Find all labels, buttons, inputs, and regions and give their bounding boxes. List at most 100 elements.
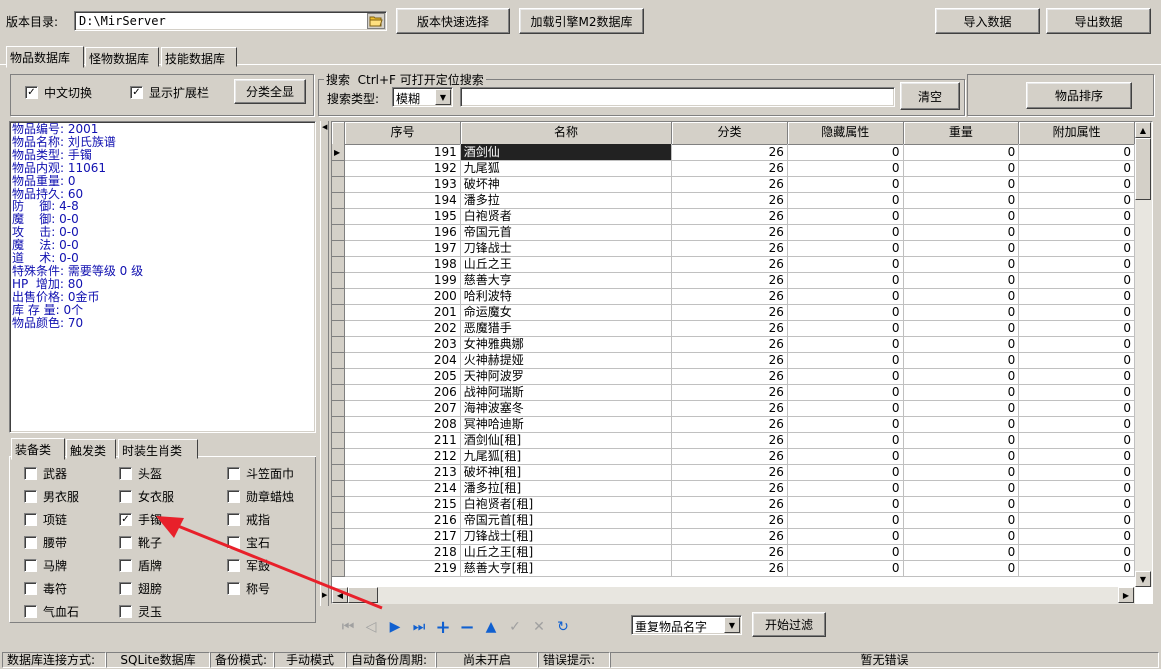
table-cell[interactable]: 0: [787, 544, 904, 561]
nav-edit-icon[interactable]: ▲: [482, 618, 500, 636]
table-cell[interactable]: 0: [1018, 464, 1135, 481]
table-cell[interactable]: 破坏神[租]: [460, 464, 673, 481]
table-row[interactable]: 218 山丘之王[租] 26 0 0 0: [332, 544, 1135, 561]
table-cell[interactable]: 0: [903, 160, 1020, 177]
table-cell[interactable]: 0: [787, 432, 904, 449]
table-cell[interactable]: 0: [1018, 368, 1135, 385]
table-cell[interactable]: 0: [787, 496, 904, 513]
table-cell[interactable]: 0: [787, 208, 904, 225]
table-cell[interactable]: 酒剑仙: [460, 144, 673, 161]
table-cell[interactable]: 26: [671, 432, 788, 449]
table-cell[interactable]: 26: [671, 368, 788, 385]
table-cell[interactable]: 刀锋战士: [460, 240, 673, 257]
table-cell[interactable]: 26: [671, 336, 788, 353]
checkbox-box[interactable]: [24, 490, 37, 503]
table-cell[interactable]: 0: [1018, 272, 1135, 289]
category-checkbox[interactable]: 勋章蜡烛: [227, 488, 294, 505]
checkbox-box[interactable]: [227, 490, 240, 503]
checkbox-box[interactable]: [119, 605, 132, 618]
search-input[interactable]: [460, 87, 895, 107]
checkbox-box[interactable]: [24, 513, 37, 526]
table-cell[interactable]: 195: [344, 208, 461, 225]
tab-monsters[interactable]: 怪物数据库: [85, 47, 159, 67]
table-cell[interactable]: 26: [671, 208, 788, 225]
table-cell[interactable]: 0: [1018, 144, 1135, 161]
table-cell[interactable]: 26: [671, 544, 788, 561]
table-cell[interactable]: 0: [903, 352, 1020, 369]
table-cell[interactable]: 0: [903, 192, 1020, 209]
table-cell[interactable]: 0: [1018, 352, 1135, 369]
table-cell[interactable]: 26: [671, 464, 788, 481]
table-cell[interactable]: 0: [787, 448, 904, 465]
category-checkbox[interactable]: 男衣服: [24, 488, 79, 505]
table-cell[interactable]: 0: [787, 240, 904, 257]
table-row[interactable]: 219 慈善大亨[租] 26 0 0 0: [332, 560, 1135, 577]
chevron-down-icon[interactable]: ▼: [724, 617, 740, 633]
checkbox-box[interactable]: [24, 467, 37, 480]
table-row[interactable]: 213 破坏神[租] 26 0 0 0: [332, 464, 1135, 481]
table-cell[interactable]: 26: [671, 448, 788, 465]
table-cell[interactable]: 潘多拉[租]: [460, 480, 673, 497]
table-cell[interactable]: 0: [787, 272, 904, 289]
table-cell[interactable]: 战神阿瑞斯: [460, 384, 673, 401]
category-checkbox[interactable]: 马牌: [24, 557, 67, 574]
chinese-toggle-checkbox[interactable]: ✓ 中文切换: [25, 84, 92, 101]
table-cell[interactable]: 201: [344, 304, 461, 321]
table-row[interactable]: 198 山丘之王 26 0 0 0: [332, 256, 1135, 273]
table-cell[interactable]: 山丘之王: [460, 256, 673, 273]
table-cell[interactable]: 26: [671, 560, 788, 577]
table-cell[interactable]: 刀锋战士[租]: [460, 528, 673, 545]
table-cell[interactable]: 208: [344, 416, 461, 433]
table-cell[interactable]: 0: [903, 208, 1020, 225]
scroll-right-icon[interactable]: ▶: [1118, 587, 1134, 603]
table-cell[interactable]: 191: [344, 144, 461, 161]
table-cell[interactable]: 0: [787, 192, 904, 209]
table-row[interactable]: 194 潘多拉 26 0 0 0: [332, 192, 1135, 209]
table-cell[interactable]: 0: [787, 416, 904, 433]
checkbox-box[interactable]: [119, 536, 132, 549]
table-cell[interactable]: 26: [671, 512, 788, 529]
table-cell[interactable]: 白袍贤者: [460, 208, 673, 225]
table-cell[interactable]: 26: [671, 272, 788, 289]
category-checkbox[interactable]: 项链: [24, 511, 67, 528]
table-cell[interactable]: 26: [671, 384, 788, 401]
table-cell[interactable]: 0: [903, 304, 1020, 321]
table-cell[interactable]: 火神赫提娅: [460, 352, 673, 369]
table-cell[interactable]: 白袍贤者[租]: [460, 496, 673, 513]
table-row[interactable]: 192 九尾狐 26 0 0 0: [332, 160, 1135, 177]
table-row[interactable]: 202 恶魔猎手 26 0 0 0: [332, 320, 1135, 337]
table-row[interactable]: 216 帝国元首[租] 26 0 0 0: [332, 512, 1135, 529]
table-cell[interactable]: 0: [1018, 192, 1135, 209]
table-cell[interactable]: 203: [344, 336, 461, 353]
nav-cancel-icon[interactable]: ✕: [530, 618, 548, 636]
column-header[interactable]: 重量: [903, 122, 1020, 145]
checkbox-box[interactable]: [24, 605, 37, 618]
table-cell[interactable]: 帝国元首: [460, 224, 673, 241]
table-cell[interactable]: 0: [903, 272, 1020, 289]
table-cell[interactable]: 0: [787, 560, 904, 577]
table-cell[interactable]: 慈善大亨[租]: [460, 560, 673, 577]
category-checkbox[interactable]: 气血石: [24, 603, 79, 620]
table-cell[interactable]: 0: [787, 528, 904, 545]
category-checkbox[interactable]: 斗笠面巾: [227, 465, 294, 482]
table-cell[interactable]: 0: [1018, 432, 1135, 449]
table-cell[interactable]: 0: [787, 512, 904, 529]
table-cell[interactable]: 0: [1018, 304, 1135, 321]
table-cell[interactable]: 0: [903, 480, 1020, 497]
table-cell[interactable]: 0: [787, 304, 904, 321]
table-cell[interactable]: 九尾狐[租]: [460, 448, 673, 465]
table-cell[interactable]: 214: [344, 480, 461, 497]
table-cell[interactable]: 0: [1018, 256, 1135, 273]
table-cell[interactable]: 26: [671, 224, 788, 241]
category-checkbox[interactable]: 腰带: [24, 534, 67, 551]
table-cell[interactable]: 197: [344, 240, 461, 257]
quick-select-button[interactable]: 版本快速选择: [396, 8, 510, 34]
table-cell[interactable]: 0: [787, 224, 904, 241]
import-button[interactable]: 导入数据: [935, 8, 1040, 34]
collapse-left-icon[interactable]: ◀: [322, 123, 327, 131]
table-row[interactable]: ▶ 191 酒剑仙 26 0 0 0: [332, 144, 1135, 161]
scroll-up-icon[interactable]: ▲: [1135, 122, 1151, 138]
nav-first-icon[interactable]: ⏮: [339, 618, 357, 636]
table-cell[interactable]: 0: [787, 464, 904, 481]
table-cell[interactable]: 200: [344, 288, 461, 305]
